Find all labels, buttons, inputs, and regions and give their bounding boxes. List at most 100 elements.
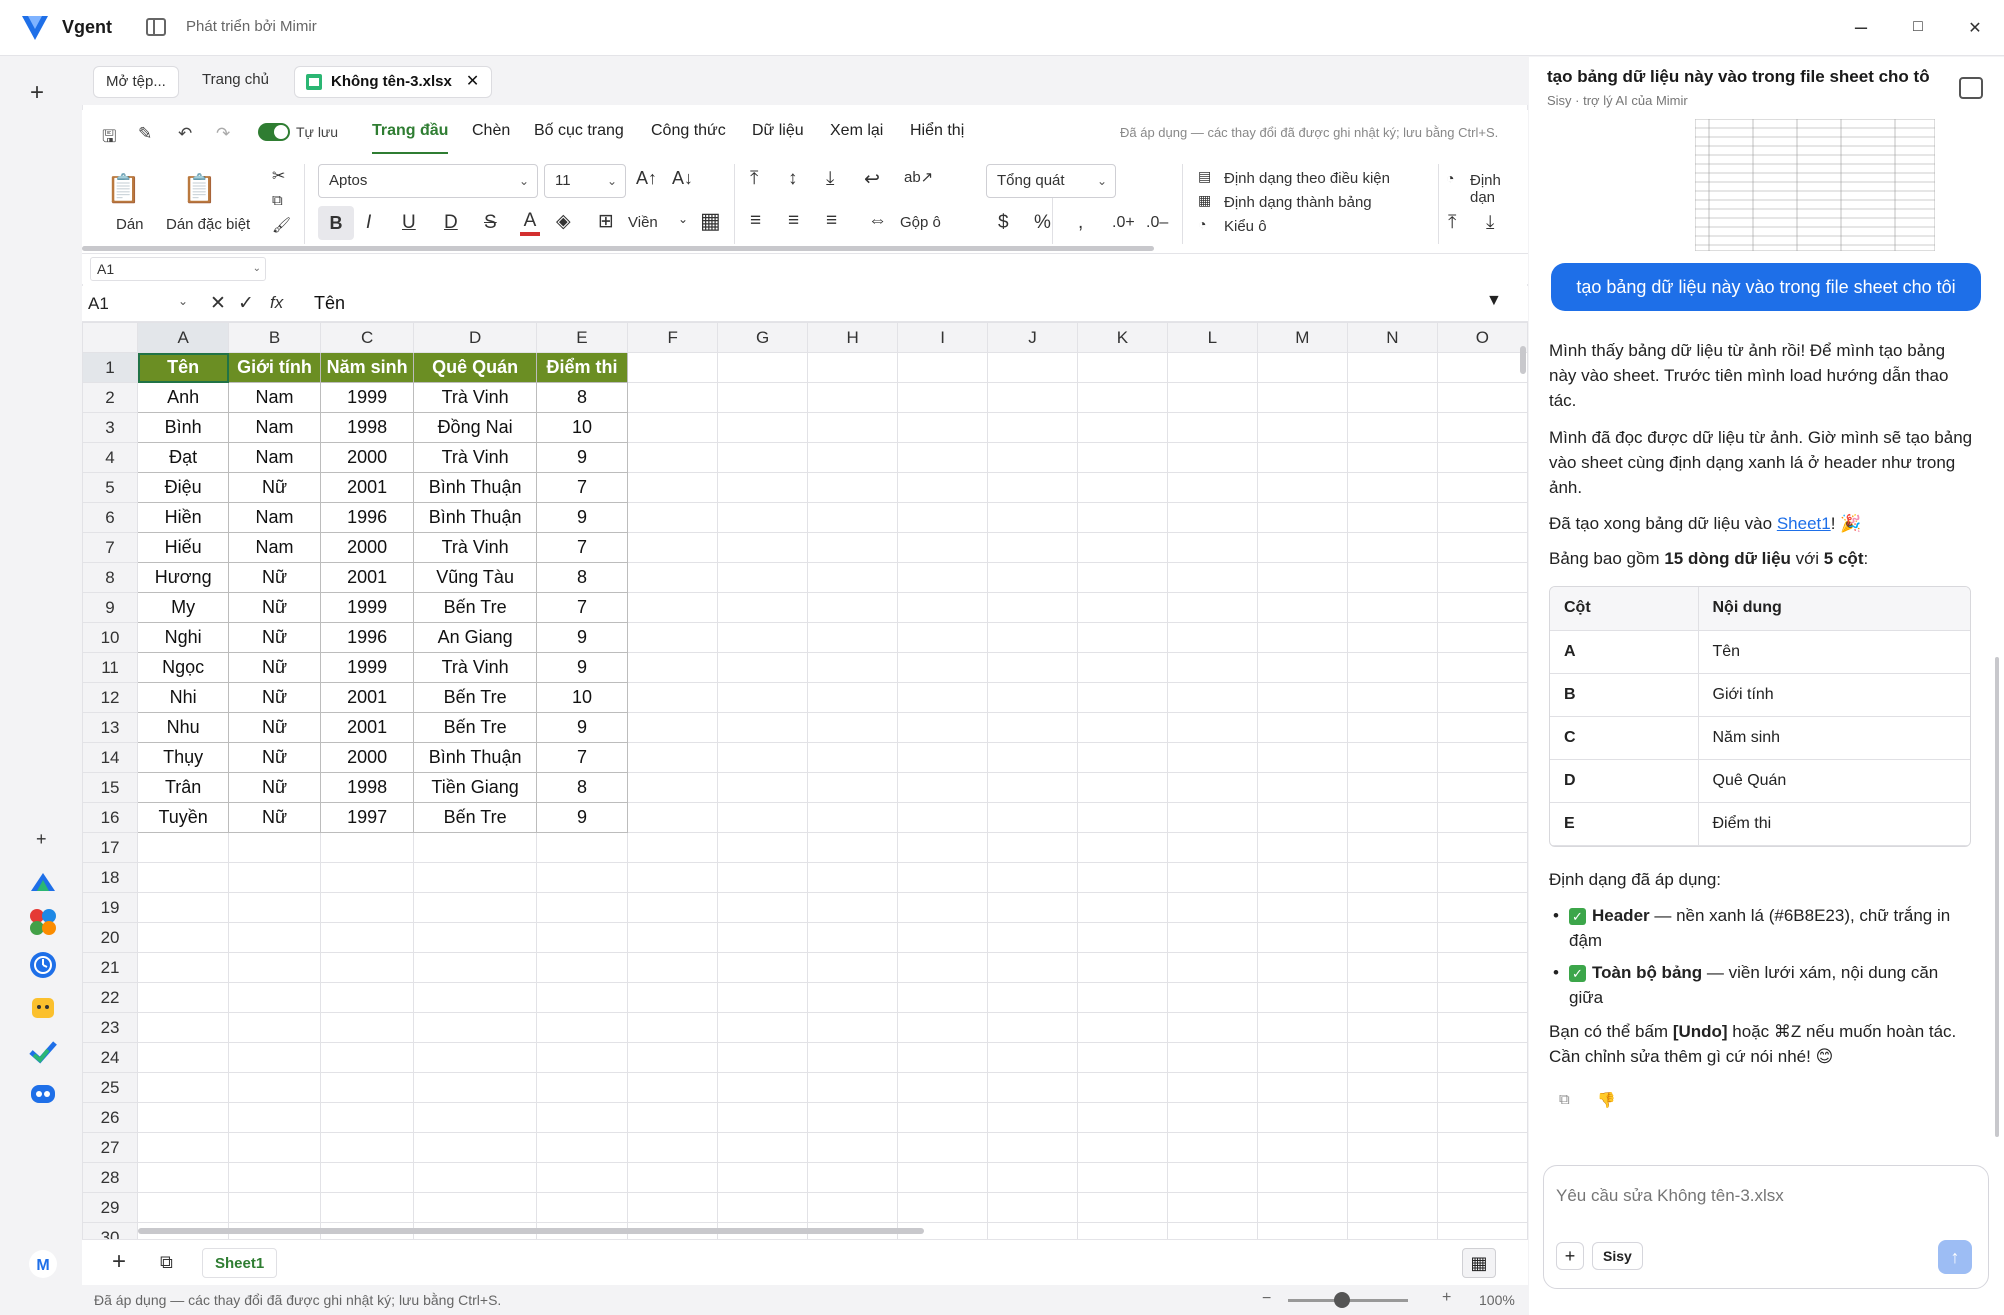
cell[interactable] xyxy=(627,1162,719,1193)
cell[interactable] xyxy=(535,1132,629,1163)
cell[interactable]: 9 xyxy=(535,622,629,653)
cell[interactable] xyxy=(1166,1192,1258,1223)
cell[interactable] xyxy=(1076,622,1168,653)
cell[interactable] xyxy=(1346,772,1438,803)
cell[interactable] xyxy=(986,682,1078,713)
apps-grid-icon[interactable] xyxy=(28,907,58,937)
sheet-tab-sheet1[interactable]: Sheet1 xyxy=(202,1248,278,1278)
cell-ref-chevron-icon[interactable]: ⌄ xyxy=(178,294,188,308)
column-header-j[interactable]: J xyxy=(986,322,1078,353)
cell[interactable] xyxy=(717,1162,809,1193)
cell[interactable]: Giới tính xyxy=(228,352,321,383)
row-header[interactable]: 18 xyxy=(82,862,139,893)
cell[interactable] xyxy=(1436,472,1528,503)
horizontal-scrollbar[interactable] xyxy=(138,1228,924,1234)
cell[interactable] xyxy=(413,1102,537,1133)
increase-font-icon[interactable]: A↑ xyxy=(636,168,657,189)
cell[interactable]: 7 xyxy=(535,532,629,563)
row-header[interactable]: 22 xyxy=(82,982,139,1013)
drive-app-icon[interactable] xyxy=(28,867,58,897)
cell[interactable] xyxy=(1256,1042,1348,1073)
row-header[interactable]: 11 xyxy=(82,652,139,683)
cell[interactable]: Trà Vinh xyxy=(413,532,537,563)
cell[interactable] xyxy=(627,802,719,833)
cell[interactable] xyxy=(413,892,537,923)
cell[interactable] xyxy=(1256,892,1348,923)
format-cells-icon[interactable]: ◔ xyxy=(1446,170,1454,186)
cell[interactable] xyxy=(717,1072,809,1103)
cell[interactable] xyxy=(1346,952,1438,983)
cell[interactable] xyxy=(228,832,321,863)
cell[interactable] xyxy=(228,1132,321,1163)
check-app-icon[interactable] xyxy=(28,1036,58,1066)
cell[interactable] xyxy=(1076,1102,1168,1133)
cell[interactable] xyxy=(807,892,899,923)
cell[interactable] xyxy=(807,1042,899,1073)
cell[interactable] xyxy=(1346,622,1438,653)
row-header[interactable]: 8 xyxy=(82,562,139,593)
cell[interactable] xyxy=(986,922,1078,953)
cell[interactable] xyxy=(1166,442,1258,473)
cell[interactable]: Tuyền xyxy=(137,802,230,833)
cell[interactable] xyxy=(1256,502,1348,533)
cell[interactable] xyxy=(897,712,988,743)
cell[interactable] xyxy=(627,712,719,743)
cell[interactable] xyxy=(897,1162,988,1193)
cell[interactable] xyxy=(807,532,899,563)
cell[interactable] xyxy=(1256,382,1348,413)
cell[interactable] xyxy=(897,352,988,383)
font-name-select[interactable]: Aptos ⌄ xyxy=(318,164,538,198)
cell[interactable] xyxy=(319,1012,415,1043)
cell[interactable] xyxy=(986,712,1078,743)
cell[interactable] xyxy=(1076,802,1168,833)
copy-icon[interactable]: ⧉ xyxy=(272,192,283,209)
cell[interactable] xyxy=(717,772,809,803)
cell[interactable]: Bình Thuận xyxy=(413,742,537,773)
cell[interactable] xyxy=(1166,1162,1258,1193)
cell[interactable] xyxy=(1346,982,1438,1013)
bold-button[interactable]: B xyxy=(318,206,354,240)
add-app-plus-icon[interactable]: + xyxy=(36,829,47,850)
cell[interactable] xyxy=(986,1162,1078,1193)
cell[interactable] xyxy=(228,862,321,893)
cell[interactable] xyxy=(627,952,719,983)
cell[interactable] xyxy=(986,952,1078,983)
cell[interactable] xyxy=(986,502,1078,533)
paste-special-icon[interactable]: 📋 xyxy=(182,172,217,205)
cell[interactable] xyxy=(807,1012,899,1043)
maximize-button[interactable]: □ xyxy=(1903,18,1933,36)
cell[interactable]: Nhu xyxy=(137,712,230,743)
cell[interactable]: 8 xyxy=(535,382,629,413)
cell[interactable] xyxy=(1076,412,1168,443)
cell[interactable] xyxy=(1346,442,1438,473)
cell[interactable] xyxy=(1436,592,1528,623)
cell[interactable] xyxy=(986,442,1078,473)
cell-table[interactable]: ABCDEFGHIJKLMNO 1 Tên Giới tính Năm sinh Quê… xyxy=(82,322,1528,1239)
cell[interactable] xyxy=(1256,472,1348,503)
minimize-button[interactable]: – xyxy=(1846,14,1876,40)
undo-icon[interactable]: ↶ xyxy=(178,124,192,144)
cell[interactable] xyxy=(1436,1102,1528,1133)
cell[interactable] xyxy=(897,1192,988,1223)
cell[interactable] xyxy=(1166,412,1258,443)
thumbs-down-icon[interactable]: 👎 xyxy=(1597,1091,1616,1109)
column-header-d[interactable]: D xyxy=(413,322,537,353)
cell[interactable] xyxy=(986,562,1078,593)
cell[interactable] xyxy=(986,532,1078,563)
cell[interactable] xyxy=(1256,352,1348,383)
cell[interactable] xyxy=(807,1132,899,1163)
attach-button[interactable]: + xyxy=(1556,1242,1584,1270)
column-header-n[interactable]: N xyxy=(1346,322,1438,353)
cell[interactable] xyxy=(1256,952,1348,983)
cell[interactable] xyxy=(717,862,809,893)
cell[interactable] xyxy=(1436,1012,1528,1043)
cell[interactable]: 1998 xyxy=(319,412,415,443)
row-header[interactable]: 28 xyxy=(82,1162,139,1193)
tab-insert[interactable]: Chèn xyxy=(472,122,510,140)
cell[interactable] xyxy=(807,1192,899,1223)
cell[interactable]: Tiền Giang xyxy=(413,772,537,803)
cell[interactable] xyxy=(717,1192,809,1223)
cell[interactable] xyxy=(627,352,719,383)
cell[interactable]: Bến Tre xyxy=(413,712,537,743)
cell[interactable] xyxy=(1346,1192,1438,1223)
